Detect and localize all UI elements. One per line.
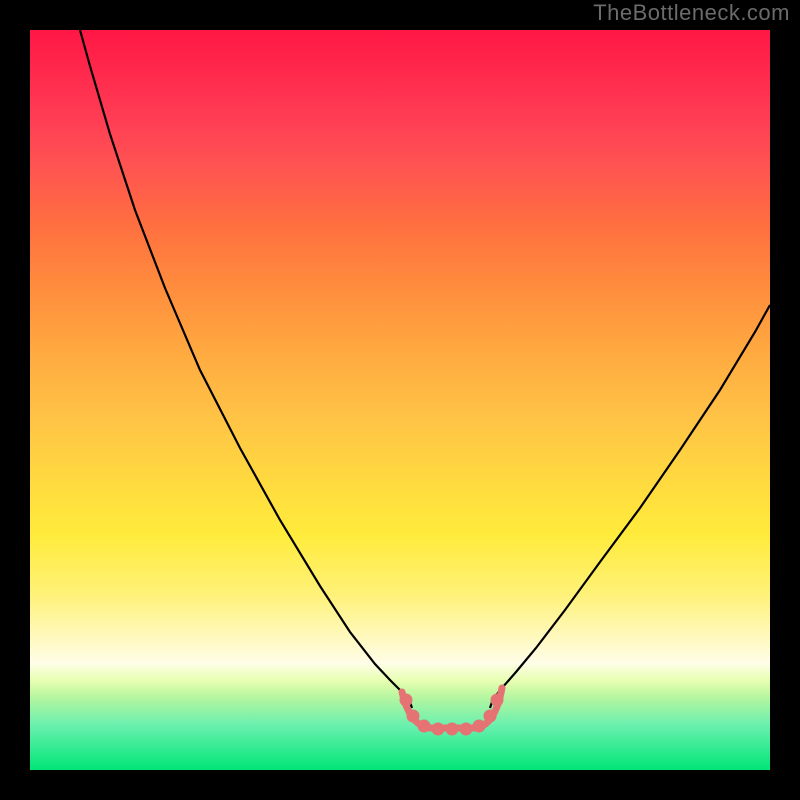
left-descent-path [80,30,412,708]
optimum-dots [400,694,504,736]
watermark-text: TheBottleneck.com [593,0,790,26]
plot-area [30,30,770,770]
optimum-dot [460,723,473,736]
curve-svg [30,30,770,770]
flat-optimum-path [402,688,502,728]
chart-frame: TheBottleneck.com [0,0,800,800]
right-ascent-path [490,305,770,708]
optimum-dot [491,694,504,707]
optimum-dot [484,710,497,723]
optimum-dot [473,720,486,733]
optimum-dot [432,723,445,736]
optimum-dot [400,694,413,707]
optimum-dot [446,723,459,736]
optimum-dot [418,720,431,733]
optimum-dot [407,710,420,723]
